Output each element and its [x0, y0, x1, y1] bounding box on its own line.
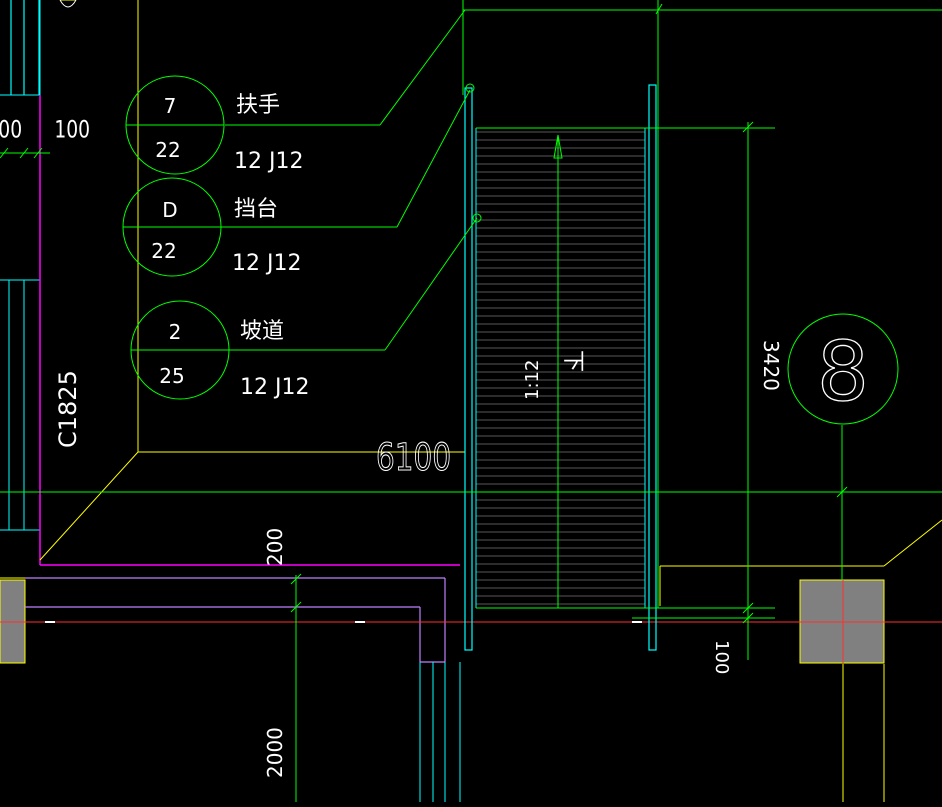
yellow-lines	[0, 0, 942, 802]
callout-2-number: D	[162, 198, 177, 222]
dim-2000: 2000	[263, 727, 287, 778]
callout-3-ref: 12 J12	[240, 375, 309, 400]
dim-window: C1825	[54, 370, 82, 448]
purple-wall-lines	[25, 577, 446, 663]
cad-drawing: 7 22 扶手 12 J12 D 22 挡台 12 J12 2 25 坡道 12…	[0, 0, 942, 802]
section-marker: 8	[787, 313, 899, 425]
callout-1-ref: 12 J12	[234, 149, 303, 174]
callout-1-number: 7	[164, 94, 177, 118]
dim-width: 6100	[376, 435, 451, 478]
ramp-slope: 1:12	[522, 360, 543, 400]
green-lines	[0, 0, 942, 802]
callout-3-number: 2	[169, 320, 182, 344]
callout-3-label: 坡道	[240, 319, 284, 344]
dimension-ticks	[0, 3, 848, 624]
ramp-direction: 下	[560, 350, 585, 372]
section-marker-number: 8	[817, 325, 869, 420]
dim-200: 200	[263, 528, 287, 566]
callout-1-label: 扶手	[236, 93, 280, 118]
leader-lines	[215, 9, 482, 351]
dim-height: 3420	[759, 340, 783, 391]
dim-left-100a: 00	[0, 116, 22, 144]
cad-svg: 7 22 扶手 12 J12 D 22 挡台 12 J12 2 25 坡道 12…	[0, 0, 942, 802]
callout-3-sheet: 25	[159, 364, 184, 388]
left-wall-lines	[0, 0, 460, 566]
callout-2-ref: 12 J12	[232, 251, 301, 276]
dim-100: 100	[711, 640, 732, 674]
callout-1-sheet: 22	[155, 138, 180, 162]
callout-2-sheet: 22	[151, 239, 176, 263]
dim-left-100b: 100	[54, 116, 90, 144]
callout-2-label: 挡台	[234, 197, 278, 222]
cyan-lower-lines	[419, 662, 461, 802]
